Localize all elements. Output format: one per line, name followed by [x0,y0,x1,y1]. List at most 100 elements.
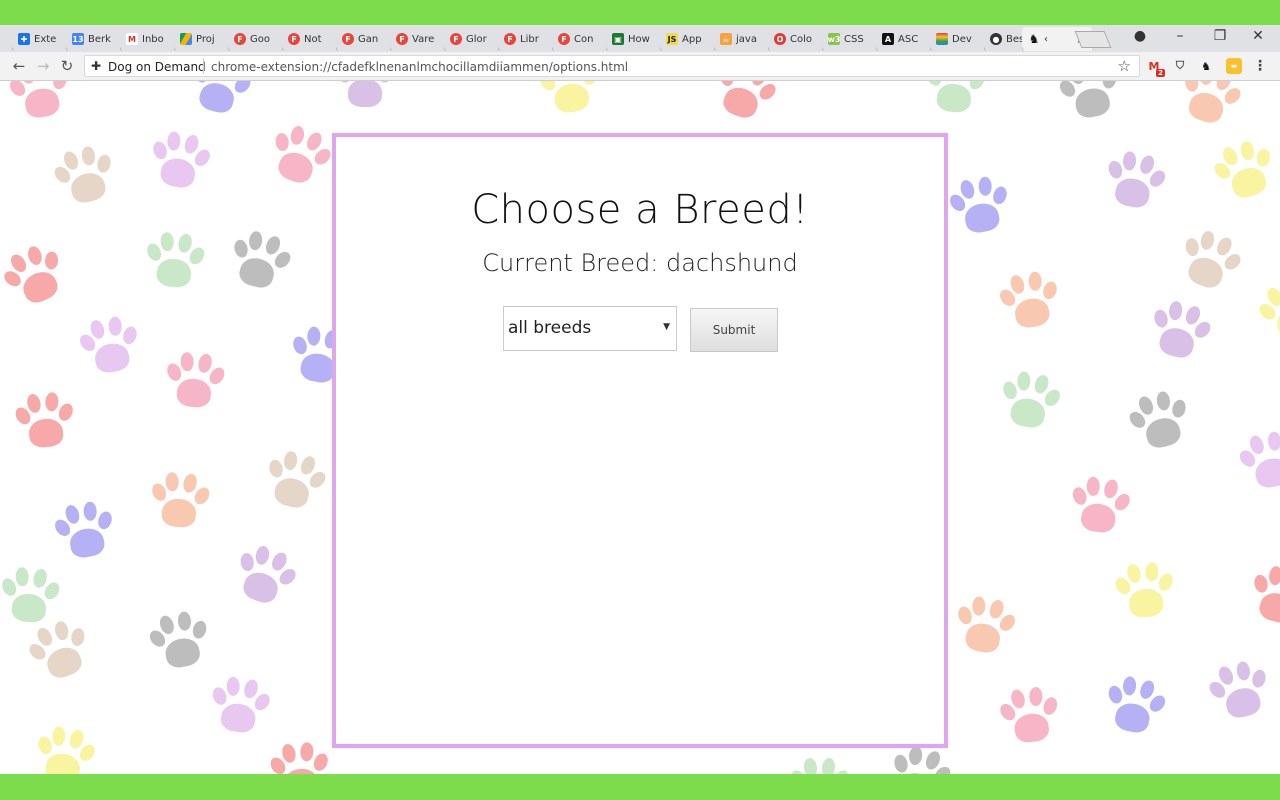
a-icon: A [882,33,894,45]
tab-drive[interactable]: Proj [174,27,230,51]
gmail-badge: 2 [1156,69,1165,77]
calendar-icon: 13 [72,33,84,45]
dog-extension-icon[interactable]: ♞ [1198,58,1214,74]
reload-icon[interactable]: ↻ [58,57,76,75]
forward-icon[interactable]: → [34,57,52,75]
paw-print-part [720,83,762,122]
paw-print-part [175,377,213,409]
tab-extensions[interactable]: ✚ Exte [12,27,68,51]
paw-print-part [67,526,107,560]
paw-print-icon [48,139,121,212]
tab-label: Libr [520,33,539,45]
paw-print-part [95,509,114,531]
paw-print-icon [30,721,100,774]
tab-ascii[interactable]: A ASC [876,27,932,51]
breed-select[interactable]: all breeds ▼ [503,306,677,351]
page-title: Choose a Breed! [471,187,809,233]
tab-f-7[interactable]: F Con [552,27,608,51]
profile-icon[interactable]: ● [1130,28,1150,44]
restore-icon[interactable]: ❐ [1210,28,1230,44]
tab-java[interactable]: ☕ java [714,27,770,51]
paw-print-icon [144,605,215,676]
tab-f-3[interactable]: F Gan [336,27,392,51]
paw-print-part [1028,271,1042,292]
tab-f-5[interactable]: F Glor [444,27,500,51]
paw-print-part [1256,589,1280,626]
paw-print-part [44,251,59,270]
paw-print-part [1156,571,1176,593]
paw-print-part [158,156,198,190]
address-bar[interactable]: ✚ Dog on Demand chrome-extension://cfade… [84,55,1140,77]
paw-print-part [1127,587,1165,619]
paw-print-icon [1234,425,1280,496]
paw-print-icon [1066,472,1134,540]
paw-print-part [1183,81,1200,93]
paw-print-part [1156,324,1197,361]
paw-print-part [1152,308,1170,329]
tab-f-2[interactable]: F Not [282,27,338,51]
breed-select-value: all breeds [508,318,592,338]
submit-button[interactable]: Submit [690,308,778,352]
paw-print-icon [5,81,75,126]
tab-f-1[interactable]: F Goo [228,27,284,51]
paw-print-icon [262,118,339,195]
gmail-extension-icon[interactable]: M2 [1146,58,1165,77]
paw-print-icon [75,311,145,381]
bookmark-star-icon[interactable]: ☆ [1118,57,1131,75]
tab-inbox[interactable]: M Inbo [120,27,176,51]
paw-print-part [18,267,62,307]
tab-calendar[interactable]: 13 Berk [66,27,122,51]
paw-print-part [226,676,240,696]
paw-print-part [95,153,113,174]
back-icon[interactable]: ← [10,57,28,75]
paw-print-part [1144,562,1159,582]
paw-print-icon [1054,81,1125,127]
tab-label: Not [304,33,322,45]
paw-print-part [25,244,44,267]
paw-print-icon [996,682,1064,750]
tab-dev[interactable]: Dev [930,27,986,51]
tab-strip: ✚ Exte 13 Berk M Inbo Proj F Goo F Not F Gan F… [0,25,1280,52]
paw-print-part [1079,501,1118,535]
close-window-icon[interactable]: ✕ [1248,28,1268,44]
paw-print-part [232,238,250,259]
tab-css[interactable]: w3 CSS [822,27,878,51]
tab-f-6[interactable]: F Libr [498,27,554,51]
tab-label: java [736,33,757,45]
menu-icon[interactable]: ⋮ [1252,58,1268,74]
paw-print-part [1235,660,1252,682]
paw-print-part [120,324,139,346]
paw-print-part [283,450,299,471]
drive-icon [180,33,192,45]
new-tab-button[interactable] [1074,31,1112,48]
paw-print-part [892,753,910,774]
paw-print-part [1184,237,1200,257]
desktop-bottom-band [0,774,1280,800]
circle-icon: ● [990,33,1002,45]
tab-colors[interactable]: O Colo [768,27,824,51]
paw-print-part [53,620,70,642]
paw-print-part [1040,279,1059,301]
tab-label: Glor [466,33,487,45]
paw-print-icon [183,81,256,123]
paw-print-part [1112,175,1153,210]
minimize-icon[interactable]: – [1170,28,1190,44]
url-text[interactable]: chrome-extension://cfadefklnenanlmchocil… [211,60,628,74]
paw-print-part [240,568,282,607]
paw-print-part [160,231,175,252]
dropdown-arrow-icon: ▼ [663,322,670,332]
paw-print-icon [333,81,397,111]
paw-print-part [1041,695,1060,717]
paw-print-part [70,627,86,647]
paw-print-part [236,254,277,291]
yellow-extension-icon[interactable]: ▬ [1226,58,1242,74]
shield-extension-icon[interactable]: ⛉ [1172,58,1188,74]
tab-label: CSS [844,33,864,45]
paw-print-part [231,81,254,96]
paw-print-part [1252,455,1280,490]
paw-print-part [6,81,29,99]
f-icon: F [558,33,570,45]
tab-app[interactable]: JS App [660,27,716,51]
tab-f-4[interactable]: F Vare [390,27,446,51]
tab-how[interactable]: ▣ How [606,27,662,51]
